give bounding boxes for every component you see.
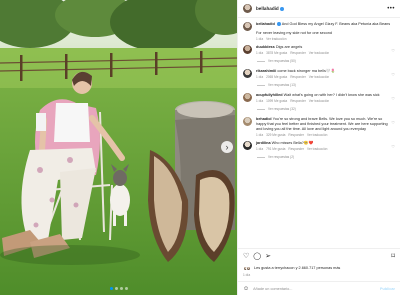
comment-time: 1 día — [256, 51, 264, 55]
comment-text: Who misses Bella?🥺❤️ — [271, 141, 314, 145]
comment-reply-button[interactable]: Responder — [290, 51, 306, 55]
caption-text: And God Bless my Angel Gizzy F. Beans ak… — [281, 22, 391, 26]
heart-outline-icon[interactable]: ♡ — [391, 72, 395, 77]
post-side-panel: bellahadid ••• bellahadid And God Bless … — [237, 0, 400, 295]
comment-input[interactable] — [253, 286, 381, 291]
author-avatar[interactable] — [243, 4, 252, 13]
comment: acupfullyhilled Wait what's going on wit… — [243, 93, 395, 103]
commenter-avatar[interactable] — [243, 93, 252, 102]
more-horizontal-icon[interactable]: ••• — [387, 6, 395, 12]
comment-username[interactable]: jardilina — [256, 141, 271, 145]
comment-text: Wait what's going on with her? I didn't … — [283, 93, 380, 97]
view-replies-label: Ver respuestas (13) — [268, 83, 296, 87]
comment-translate-link[interactable]: Ver traducción — [307, 133, 327, 137]
comment: rikarahimiii come back stronger ma bells… — [243, 69, 395, 79]
comment-username[interactable]: rikarahimiii — [256, 69, 276, 73]
comment-reply-button[interactable]: Responder — [290, 99, 306, 103]
commenter-avatar[interactable] — [243, 117, 252, 126]
comment-time: 1 día — [256, 75, 264, 79]
caption-translate-link[interactable]: Ver traducción — [266, 37, 286, 41]
heart-outline-icon[interactable]: ♡ — [391, 144, 395, 149]
caption: bellahadid And God Bless my Angel Gizzy … — [243, 22, 395, 41]
comment-likes[interactable]: 791 Me gusta — [266, 147, 285, 151]
heart-outline-icon[interactable]: ♡ — [391, 48, 395, 53]
comment-text: come back stronger ma bells🤍🌷 — [277, 69, 336, 73]
view-replies-label: Ver respuestas (50) — [268, 59, 296, 63]
view-replies-label: Ver respuestas (32) — [268, 107, 296, 111]
author-username[interactable]: bellahadid — [256, 6, 279, 11]
comment-translate-link[interactable]: Ver traducción — [307, 147, 327, 151]
comment-translate-link[interactable]: Ver traducción — [309, 99, 329, 103]
post-actions: ♡ ◯ ➢ ⌑ — [238, 248, 400, 264]
comment: behadiol You're so strong and brave Bell… — [243, 117, 395, 137]
carousel-dot — [124, 287, 128, 290]
heart-outline-icon[interactable]: ♡ — [243, 253, 249, 260]
commenter-avatar[interactable] — [243, 141, 252, 150]
comment-time: 1 día — [256, 147, 264, 151]
commenter-avatar[interactable] — [243, 45, 252, 54]
chevron-right-icon[interactable]: › — [221, 141, 233, 153]
smiley-icon[interactable]: ☺ — [243, 286, 249, 292]
commenter-avatar[interactable] — [243, 69, 252, 78]
caption-time: 1 día — [256, 37, 264, 41]
post-photo[interactable]: › — [0, 0, 237, 295]
comments-list[interactable]: bellahadid And God Bless my Angel Gizzy … — [238, 18, 400, 248]
view-replies[interactable]: Ver respuestas (32) — [257, 107, 395, 111]
comment-likes[interactable]: 1099 Me gusta — [266, 99, 287, 103]
comment-username[interactable]: acupfullyhilled — [256, 93, 283, 97]
view-replies-label: Ver respuestas (2) — [268, 155, 295, 159]
verified-badge-icon — [279, 6, 284, 11]
comment-likes[interactable]: 329 Me gusta — [266, 133, 285, 137]
instagram-post: › bellahadid ••• bellahadid And God Bles… — [0, 0, 400, 295]
comment-likes[interactable]: 3878 Me gusta — [266, 51, 287, 55]
carousel-dot — [109, 287, 113, 290]
publish-button[interactable]: Publicar — [380, 287, 395, 291]
verified-badge-icon — [276, 22, 281, 26]
comment-username[interactable]: behadiol — [256, 117, 272, 121]
likes-text[interactable]: Les gusta a terrychacon y 2.660.717 pers… — [254, 266, 340, 270]
comment-translate-link[interactable]: Ver traducción — [309, 51, 329, 55]
view-replies[interactable]: Ver respuestas (13) — [257, 83, 395, 87]
comment-time: 1 día — [256, 99, 264, 103]
caption-username[interactable]: bellahadid — [256, 22, 275, 26]
comment-likes[interactable]: 2065 Me gusta — [266, 75, 287, 79]
bookmark-icon[interactable]: ⌑ — [391, 253, 395, 260]
photo-scene — [0, 0, 237, 295]
caption-extra: For never leaving my side not for one se… — [256, 31, 332, 35]
post-date: 1 día — [243, 273, 251, 277]
carousel-dot — [114, 287, 118, 290]
add-comment-bar: ☺ Publicar — [238, 281, 400, 295]
comment-reply-button[interactable]: Responder — [288, 133, 304, 137]
comment: duukbless Digs are angels 1 día 3878 Me … — [243, 45, 395, 55]
post-header: bellahadid ••• — [238, 0, 400, 18]
liker-avatar — [246, 265, 251, 271]
comment-translate-link[interactable]: Ver traducción — [309, 75, 329, 79]
author-avatar[interactable] — [243, 22, 252, 31]
view-replies[interactable]: Ver respuestas (2) — [257, 155, 395, 159]
view-replies[interactable]: Ver respuestas (50) — [257, 59, 395, 63]
comment-reply-button[interactable]: Responder — [288, 147, 304, 151]
comment-text: Digs are angels — [275, 45, 303, 49]
likes-summary[interactable]: Les gusta a terrychacon y 2.660.717 pers… — [238, 264, 400, 272]
comment-time: 1 día — [256, 133, 264, 137]
comment-bubble-icon[interactable]: ◯ — [253, 253, 261, 260]
carousel-dot — [119, 287, 123, 290]
comment: jardilina Who misses Bella?🥺❤️ 1 día 791… — [243, 141, 395, 151]
heart-outline-icon[interactable]: ♡ — [391, 120, 395, 125]
paper-plane-icon[interactable]: ➢ — [265, 253, 271, 260]
carousel-dots — [0, 287, 237, 290]
comment-reply-button[interactable]: Responder — [290, 75, 306, 79]
heart-outline-icon[interactable]: ♡ — [391, 96, 395, 101]
comment-username[interactable]: duukbless — [256, 45, 275, 49]
comment-text: You're so strong and brave Bells. We lov… — [256, 117, 388, 131]
